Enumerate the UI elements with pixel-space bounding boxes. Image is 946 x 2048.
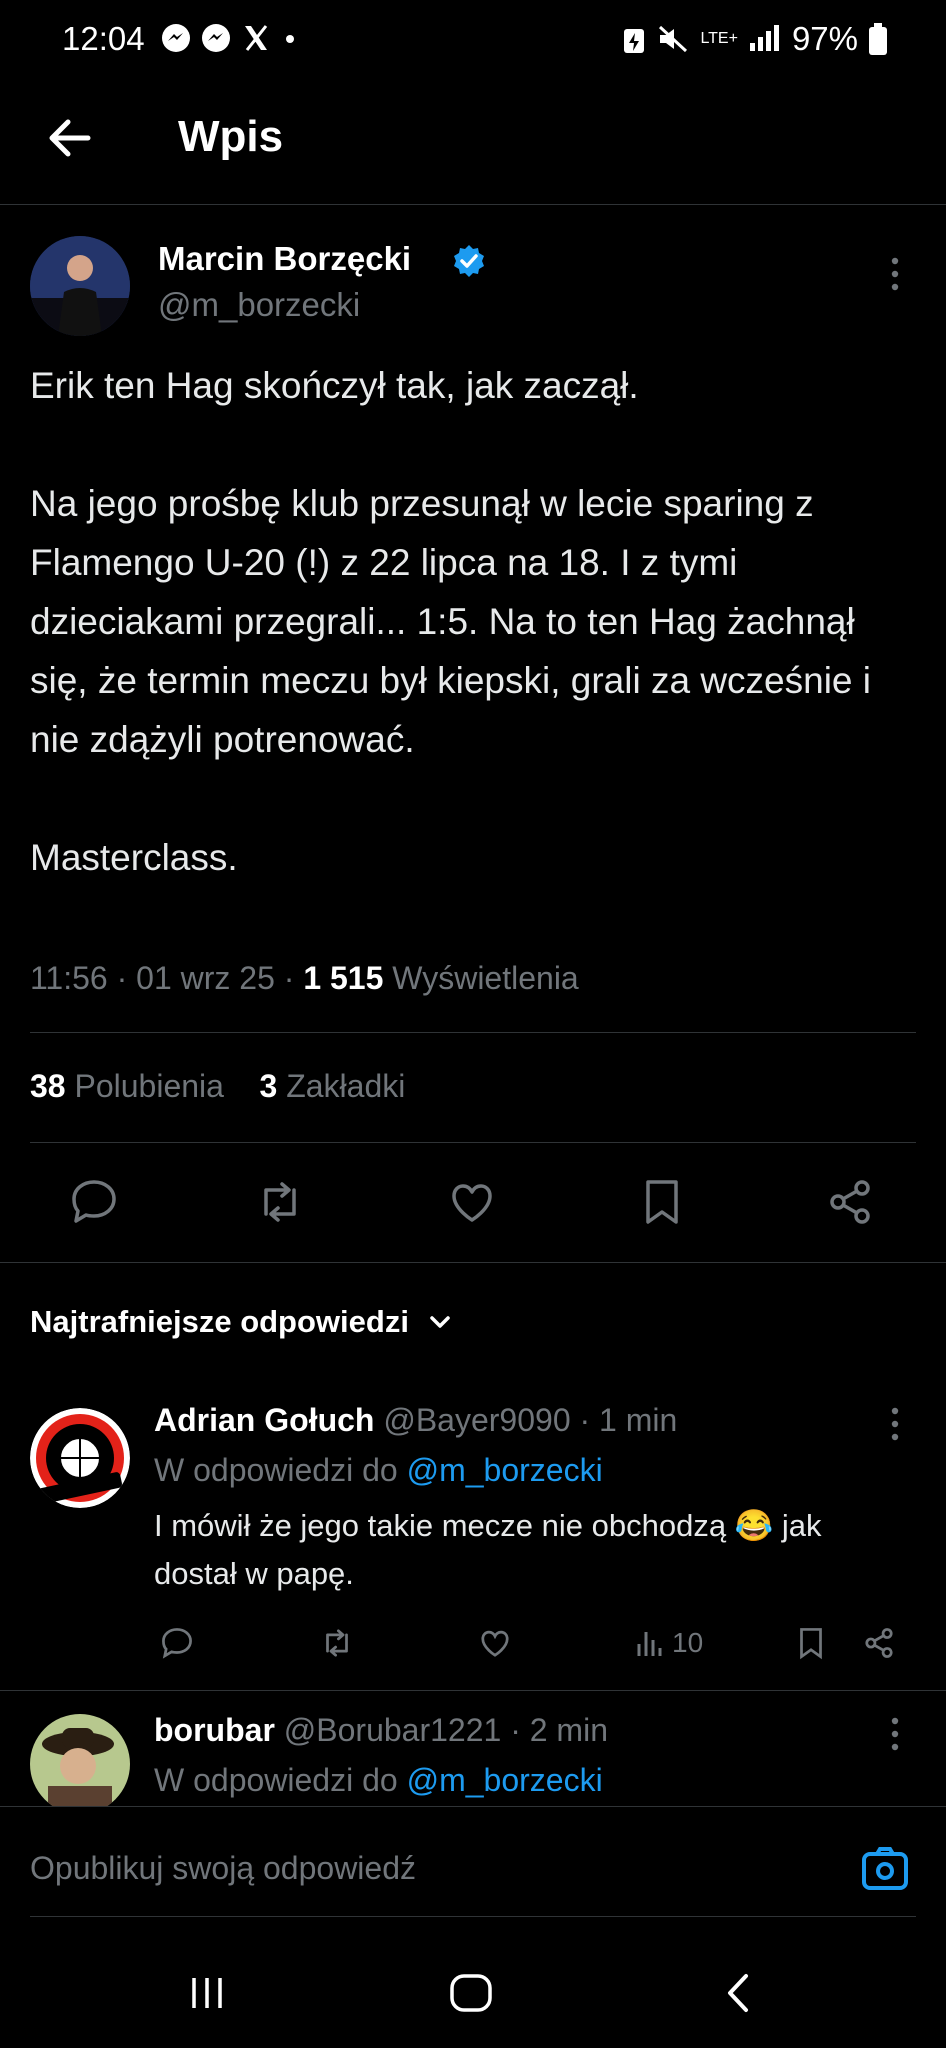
notification-icons (160, 22, 300, 54)
reply-to-label: W odpowiedzi do (154, 1762, 398, 1798)
reply-icon[interactable] (158, 1624, 196, 1662)
reply-author-handle[interactable]: @Bayer9090 (383, 1402, 570, 1438)
more-options-icon[interactable] (888, 256, 902, 292)
actions-divider (0, 1262, 946, 1263)
reply-to-line: W odpowiedzi do @m_borzecki (154, 1452, 603, 1489)
battery-saver-icon (624, 29, 645, 53)
share-icon[interactable] (860, 1624, 898, 1662)
reply-icon[interactable] (66, 1174, 122, 1230)
reply-to-handle[interactable]: @m_borzecki (407, 1762, 603, 1798)
reply-text: I mówił że jego takie mecze nie obchodzą… (154, 1508, 822, 1591)
more-options-icon[interactable] (888, 1406, 902, 1442)
reply-header: borubar @Borubar1221 · 2 min (154, 1712, 608, 1749)
reply-to-label: W odpowiedzi do (154, 1452, 398, 1488)
tweet-meta: 11:56 · 01 wrz 25 · 1 515 Wyświetlenia (30, 960, 579, 996)
share-icon[interactable] (822, 1174, 878, 1230)
nav-back-icon[interactable] (718, 1970, 758, 2016)
x-logo-icon (245, 25, 268, 51)
reply-views[interactable]: 10 (634, 1626, 703, 1660)
home-icon[interactable] (448, 1972, 494, 2014)
views-chart-icon (637, 1632, 662, 1656)
reply-to-line: W odpowiedzi do @m_borzecki (154, 1762, 603, 1799)
stats-divider (30, 1142, 916, 1143)
camera-icon[interactable] (860, 1844, 910, 1894)
author-name[interactable]: Marcin Borzęcki (158, 240, 411, 278)
reply-divider (0, 1690, 946, 1691)
meta-divider (30, 1032, 916, 1033)
verified-badge-icon (454, 245, 484, 277)
like-icon[interactable] (476, 1624, 514, 1662)
author-handle[interactable]: @m_borzecki (158, 286, 360, 324)
more-options-icon[interactable] (888, 1716, 902, 1752)
bookmark-icon[interactable] (634, 1174, 690, 1230)
repost-icon[interactable] (318, 1624, 356, 1662)
status-time: 12:04 (62, 20, 145, 57)
battery-percent: 97% (791, 20, 858, 57)
mute-icon (659, 25, 688, 53)
network-label: LTE+ (700, 30, 738, 47)
reply-author-name[interactable]: borubar (154, 1712, 275, 1748)
tweet-text: Erik ten Hag skończył tak, jak zaczął. N… (30, 365, 872, 878)
messenger-icon (202, 24, 230, 52)
views-count: 1 515 (303, 960, 384, 996)
dot-icon (286, 35, 294, 43)
messenger-icon (162, 24, 190, 52)
header-divider (0, 204, 946, 205)
reply-author-handle[interactable]: @Borubar1221 (284, 1712, 502, 1748)
battery-icon (869, 23, 887, 55)
reply-avatar[interactable] (30, 1408, 130, 1508)
reply-avatar[interactable] (30, 1714, 130, 1814)
reply-input[interactable]: Opublikuj swoją odpowiedź (30, 1850, 416, 1887)
back-arrow-icon[interactable] (44, 112, 96, 164)
reply-author-name[interactable]: Adrian Gołuch (154, 1402, 374, 1438)
chevron-down-icon (430, 1316, 450, 1328)
recent-apps-icon[interactable] (186, 1972, 228, 2014)
bayer-leverkusen-logo (30, 1408, 130, 1508)
tweet-date[interactable]: 01 wrz 25 (136, 960, 275, 996)
tweet-stats: 38 Polubienia 3 Zakładki (30, 1068, 405, 1105)
reply-age: · 2 min (510, 1712, 608, 1748)
signal-icon (749, 25, 779, 51)
reply-views-count: 10 (672, 1627, 704, 1658)
reply-age: · 1 min (579, 1402, 678, 1438)
status-bar: 12:04 LTE+ 97% (0, 0, 946, 80)
replies-sort-dropdown[interactable]: Najtrafniejsze odpowiedzi (30, 1304, 453, 1340)
likes-stat[interactable]: 38 Polubienia (30, 1068, 224, 1104)
repost-icon[interactable] (252, 1174, 308, 1230)
page-title: Wpis (178, 112, 284, 161)
status-right: LTE+ 97% (622, 20, 888, 58)
reply-header: Adrian Gołuch @Bayer9090 · 1 min (154, 1402, 677, 1439)
bookmark-icon[interactable] (792, 1624, 830, 1662)
replies-sort-label: Najtrafniejsze odpowiedzi (30, 1304, 409, 1339)
bookmarks-stat[interactable]: 3 Zakładki (260, 1068, 406, 1104)
reply-to-handle[interactable]: @m_borzecki (407, 1452, 603, 1488)
composer-divider (30, 1916, 916, 1917)
views-label: Wyświetlenia (392, 960, 579, 996)
tweet-time: 11:56 (30, 960, 108, 996)
author-avatar[interactable] (30, 236, 130, 336)
like-icon[interactable] (444, 1174, 500, 1230)
